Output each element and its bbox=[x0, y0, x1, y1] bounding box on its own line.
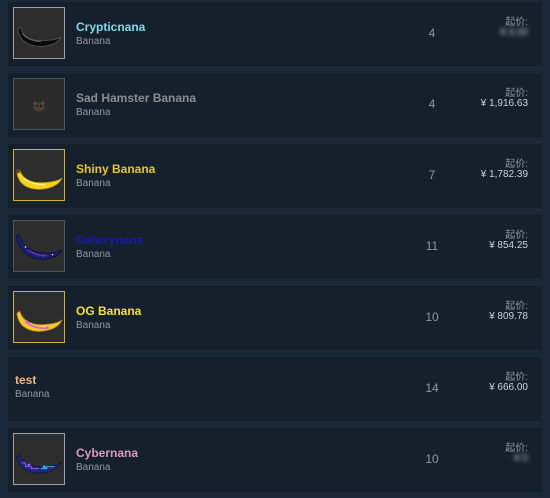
market-listing-list: Crypticnana Banana 4 起价: ¥ 3.20 Sad Hams… bbox=[0, 0, 550, 498]
starting-price-label: 起价: bbox=[505, 443, 528, 454]
crypticnana-banana-icon[interactable] bbox=[13, 7, 65, 59]
market-listing-row-crypticnana[interactable]: Crypticnana Banana 4 起价: ¥ 3.20 bbox=[8, 2, 542, 66]
starting-price: ¥ 854.25 bbox=[489, 240, 528, 251]
starting-price: ¥ 5 bbox=[514, 453, 528, 464]
sad-hamster-banana-icon[interactable] bbox=[13, 78, 65, 130]
market-listing-row-cybernana[interactable]: Cybernana Banana 10 起价: ¥ 5 bbox=[8, 428, 542, 492]
listing-type: Banana bbox=[15, 389, 50, 400]
market-listing-row-galaxynana[interactable]: Galaxynana Banana 11 起价: ¥ 854.25 bbox=[8, 215, 542, 279]
galaxynana-banana-icon[interactable] bbox=[13, 220, 65, 272]
listing-type: Banana bbox=[76, 462, 111, 473]
starting-price: ¥ 3.20 bbox=[500, 27, 528, 38]
listing-name[interactable]: test bbox=[15, 373, 36, 387]
market-listing-row-og-banana[interactable]: OG Banana Banana 10 起价: ¥ 809.78 bbox=[8, 286, 542, 350]
starting-price-label: 起价: bbox=[505, 372, 528, 383]
starting-price: ¥ 809.78 bbox=[489, 311, 528, 322]
starting-price-label: 起价: bbox=[505, 159, 528, 170]
starting-price-label: 起价: bbox=[505, 230, 528, 241]
starting-price-label: 起价: bbox=[505, 17, 528, 28]
shiny-banana-icon[interactable] bbox=[13, 149, 65, 201]
starting-price-label: 起价: bbox=[505, 88, 528, 99]
listing-name[interactable]: Cybernana bbox=[76, 446, 138, 460]
listing-type: Banana bbox=[76, 249, 111, 260]
starting-price: ¥ 1,782.39 bbox=[480, 169, 528, 180]
listing-name[interactable]: Shiny Banana bbox=[76, 162, 155, 176]
listing-name[interactable]: Sad Hamster Banana bbox=[76, 91, 196, 105]
market-listing-row-shiny-banana[interactable]: Shiny Banana Banana 7 起价: ¥ 1,782.39 bbox=[8, 144, 542, 208]
listing-type: Banana bbox=[76, 320, 111, 331]
starting-price: ¥ 1,916.63 bbox=[480, 98, 528, 109]
listing-name[interactable]: Crypticnana bbox=[76, 20, 145, 34]
og-banana-icon[interactable] bbox=[13, 291, 65, 343]
starting-price: ¥ 666.00 bbox=[489, 382, 528, 393]
market-listing-row-sad-hamster-banana[interactable]: Sad Hamster Banana Banana 4 起价: ¥ 1,916.… bbox=[8, 73, 542, 137]
listing-name[interactable]: OG Banana bbox=[76, 304, 141, 318]
listing-type: Banana bbox=[76, 36, 111, 47]
listing-type: Banana bbox=[76, 178, 111, 189]
market-listing-row-test[interactable]: test Banana 14 起价: ¥ 666.00 bbox=[8, 357, 542, 421]
listing-type: Banana bbox=[76, 107, 111, 118]
cybernana-banana-icon[interactable] bbox=[13, 433, 65, 485]
listing-name[interactable]: Galaxynana bbox=[76, 233, 143, 247]
starting-price-label: 起价: bbox=[505, 301, 528, 312]
